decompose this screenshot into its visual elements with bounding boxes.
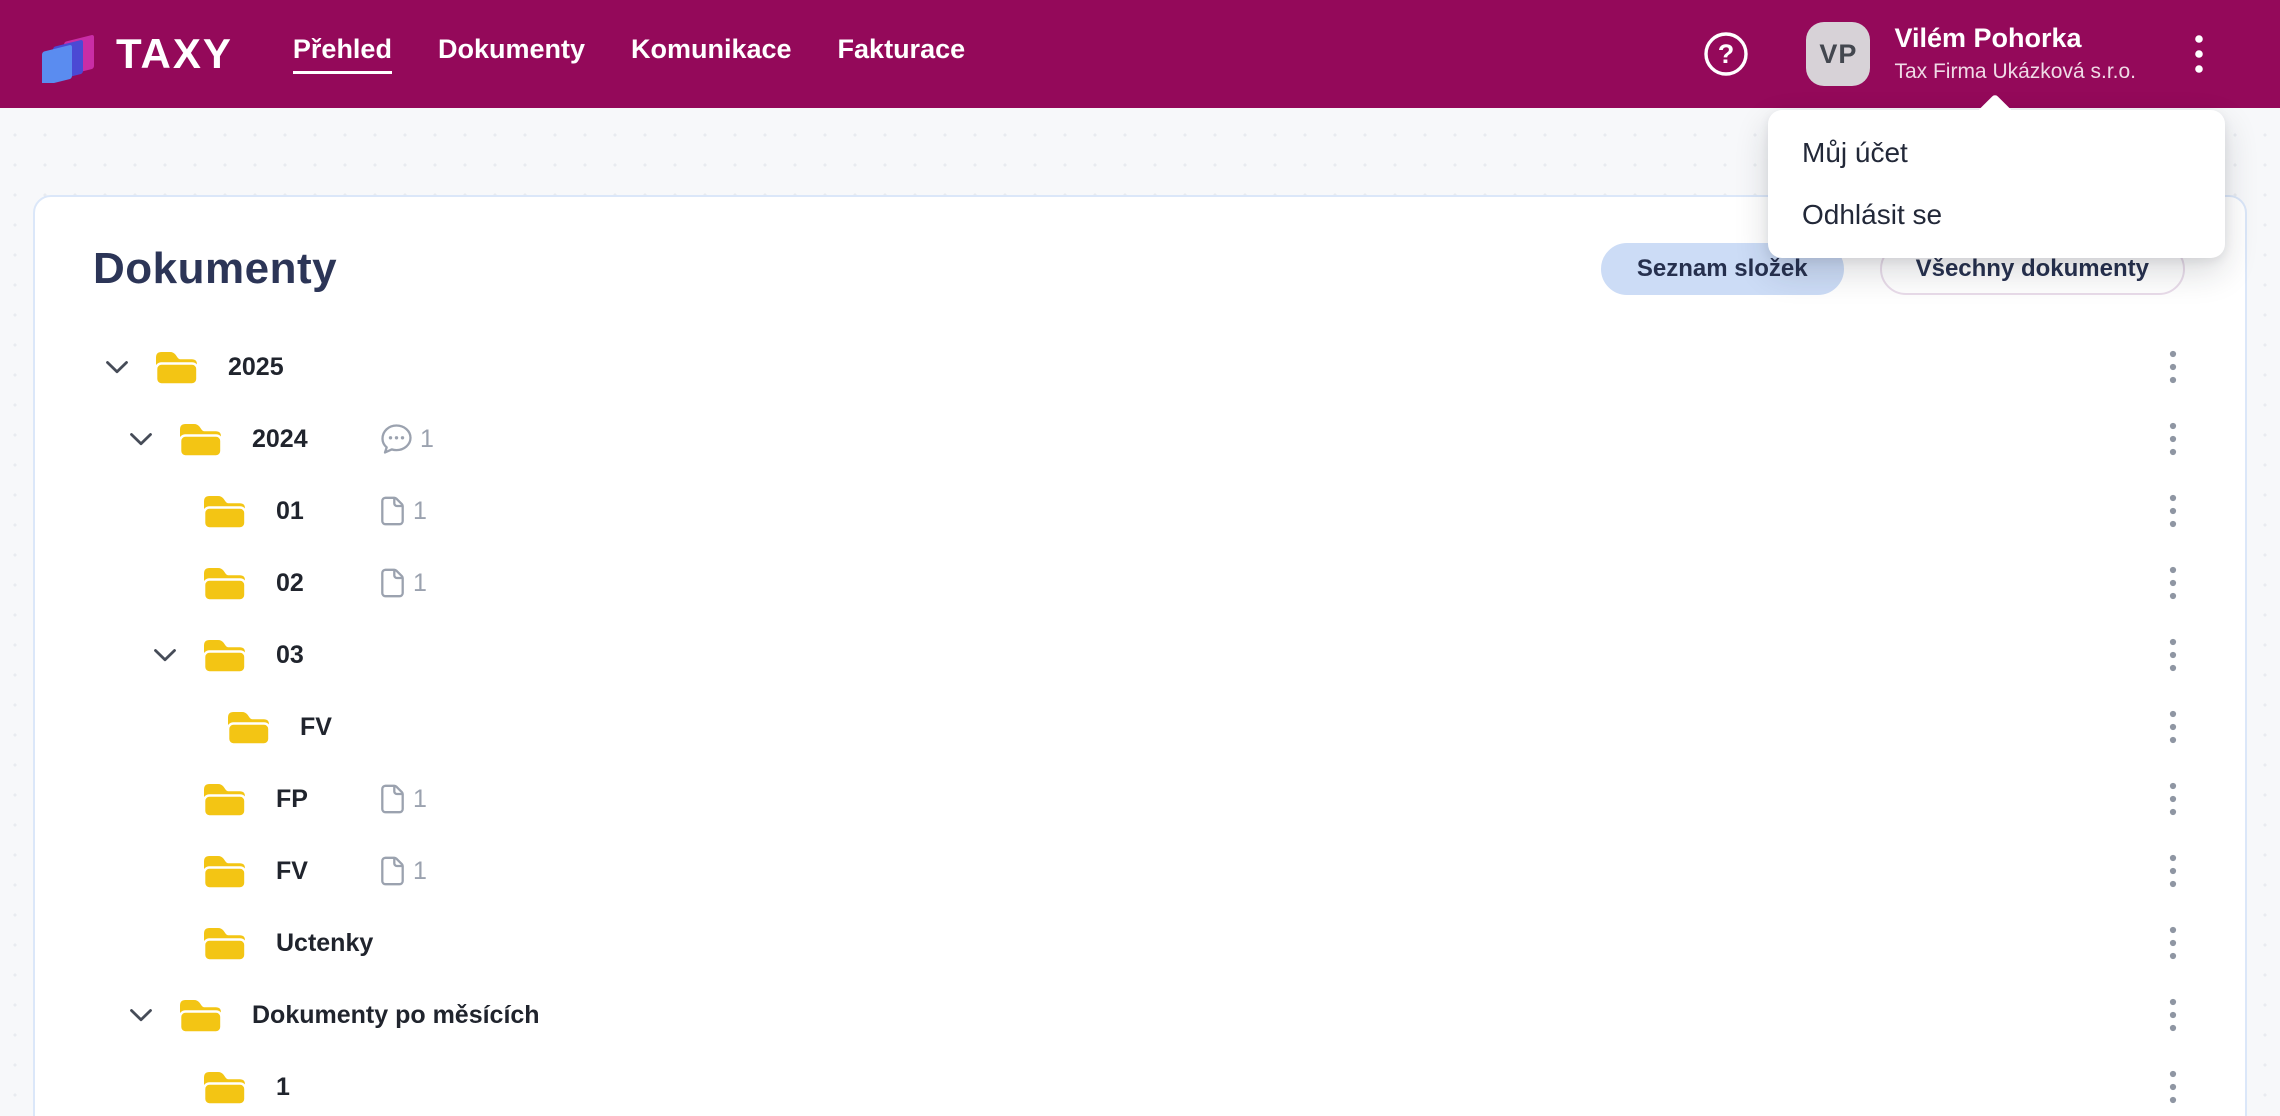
kebab-menu-icon[interactable]: [2159, 700, 2187, 754]
page-title: Dokumenty: [93, 244, 338, 293]
comment-count: 1: [379, 423, 434, 456]
nav-dokumenty[interactable]: Dokumenty: [438, 34, 585, 74]
tree-row-01[interactable]: 01 1: [35, 475, 2245, 547]
document-icon: [379, 567, 406, 599]
folder-name: 2025: [228, 352, 284, 381]
tree-row-uctenky[interactable]: Uctenky: [35, 907, 2245, 979]
brand[interactable]: TAXY: [42, 25, 233, 83]
user-company: Tax Firma Ukázková s.r.o.: [1894, 59, 2136, 83]
folder-name: 01: [276, 496, 304, 525]
kebab-menu-icon[interactable]: [2159, 412, 2187, 466]
folder-icon: [200, 850, 250, 892]
count-value: 1: [420, 424, 434, 453]
folder-name: 03: [276, 640, 304, 669]
kebab-menu-icon[interactable]: [2159, 340, 2187, 394]
app-window: TAXY Přehled Dokumenty Komunikace Fakturace…: [0, 0, 2280, 1116]
chevron-down-icon[interactable]: [105, 360, 129, 375]
folder-icon: [200, 562, 250, 604]
folder-name: 2024: [252, 424, 308, 453]
folder-icon: [224, 706, 274, 748]
menu-item-muj-ucet[interactable]: Můj účet: [1768, 122, 2225, 184]
chevron-down-icon[interactable]: [153, 648, 177, 663]
folder-name: Dokumenty po měsících: [252, 1000, 540, 1029]
tree-row-03[interactable]: 03: [35, 619, 2245, 691]
folder-name: Uctenky: [276, 928, 374, 957]
document-count: 1: [379, 567, 427, 599]
documents-card: Dokumenty Seznam složek Všechny dokumenty…: [33, 195, 2247, 1116]
help-icon[interactable]: ?: [1702, 30, 1750, 78]
brand-name: TAXY: [116, 30, 233, 77]
kebab-menu-icon[interactable]: [2159, 844, 2187, 898]
folder-name: FV: [300, 712, 332, 741]
folder-icon: [176, 418, 226, 460]
tree-row-02[interactable]: 02 1: [35, 547, 2245, 619]
folder-icon: [200, 634, 250, 676]
chevron-down-icon[interactable]: [129, 1008, 153, 1023]
kebab-menu-icon[interactable]: [2159, 988, 2187, 1042]
document-count: 1: [379, 783, 427, 815]
main-nav: Přehled Dokumenty Komunikace Fakturace: [292, 34, 966, 74]
count-value: 1: [413, 568, 427, 597]
chevron-down-icon[interactable]: [129, 432, 153, 447]
kebab-menu-icon[interactable]: [2159, 484, 2187, 538]
kebab-menu-icon[interactable]: [2159, 916, 2187, 970]
document-count: 1: [379, 495, 427, 527]
svg-text:?: ?: [1718, 39, 1735, 69]
kebab-menu-icon[interactable]: [2159, 628, 2187, 682]
tree-row-fv[interactable]: FV 1: [35, 835, 2245, 907]
folder-name: 02: [276, 568, 304, 597]
tree-row-2025[interactable]: 2025: [35, 331, 2245, 403]
document-icon: [379, 783, 406, 815]
count-value: 1: [413, 496, 427, 525]
kebab-menu-icon[interactable]: [2159, 1060, 2187, 1114]
tree-row-fv[interactable]: FV: [35, 691, 2245, 763]
nav-komunikace[interactable]: Komunikace: [631, 34, 792, 74]
folder-name: FP: [276, 784, 308, 813]
user-info[interactable]: Vilém Pohorka Tax Firma Ukázková s.r.o.: [1894, 23, 2136, 84]
folder-name: 1: [276, 1072, 290, 1101]
tree-row-dokumenty-po-mesicich[interactable]: Dokumenty po měsících: [35, 979, 2245, 1051]
document-icon: [379, 855, 406, 887]
tree-row-fp[interactable]: FP 1: [35, 763, 2245, 835]
count-value: 1: [413, 784, 427, 813]
count-value: 1: [413, 856, 427, 885]
document-icon: [379, 495, 406, 527]
nav-fakturace[interactable]: Fakturace: [838, 34, 966, 74]
folder-icon: [152, 346, 202, 388]
user-name: Vilém Pohorka: [1894, 23, 2082, 54]
avatar-initials: VP: [1819, 38, 1858, 69]
top-bar-right: ? VP Vilém Pohorka Tax Firma Ukázková s.…: [1702, 22, 2210, 86]
folder-icon: [200, 922, 250, 964]
folder-icon: [176, 994, 226, 1036]
folder-icon: [200, 778, 250, 820]
kebab-menu-icon[interactable]: [2188, 27, 2210, 81]
folder-name: FV: [276, 856, 308, 885]
taxy-logo-icon: [42, 35, 94, 83]
tree-row-2024[interactable]: 2024 1: [35, 403, 2245, 475]
top-bar: TAXY Přehled Dokumenty Komunikace Fakturace…: [0, 0, 2280, 108]
user-dropdown: Můj účet Odhlásit se: [1768, 110, 2225, 258]
tree-row-1[interactable]: 1: [35, 1051, 2245, 1116]
folder-icon: [200, 490, 250, 532]
folder-tree: 2025 2024 1 01 1 02 1 03 FV FP 1 FV 1 Uctenky Dokument…: [35, 331, 2245, 1116]
avatar[interactable]: VP: [1806, 22, 1871, 86]
menu-item-odhlasit-se[interactable]: Odhlásit se: [1768, 184, 2225, 246]
document-count: 1: [379, 855, 427, 887]
comment-bubble-icon: [379, 423, 413, 456]
nav-prehled[interactable]: Přehled: [292, 34, 392, 74]
folder-icon: [200, 1066, 250, 1108]
kebab-menu-icon[interactable]: [2159, 772, 2187, 826]
kebab-menu-icon[interactable]: [2159, 556, 2187, 610]
